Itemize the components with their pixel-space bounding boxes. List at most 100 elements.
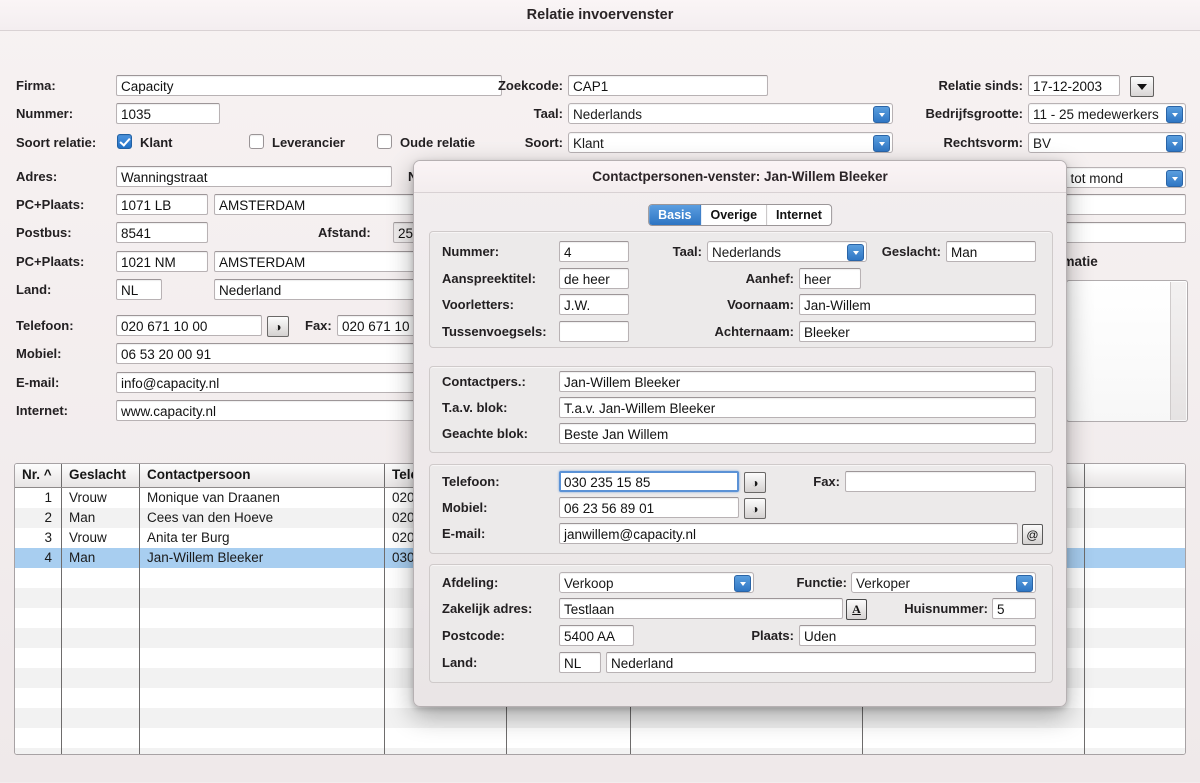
table-cell-contactpersoon bbox=[140, 688, 385, 708]
table-cell-c8 bbox=[1085, 608, 1185, 628]
table-cell-nr bbox=[15, 588, 62, 608]
dialog-postcode-input[interactable]: 5400 AA bbox=[559, 625, 634, 646]
telefoon-input[interactable]: 020 671 10 00 bbox=[116, 315, 262, 336]
checkbox-klant[interactable] bbox=[117, 134, 132, 149]
dialog-tussenvoegsels-input[interactable] bbox=[559, 321, 629, 342]
postbus-label: Postbus: bbox=[16, 225, 72, 240]
dialog-mobiel-label: Mobiel: bbox=[442, 500, 488, 515]
relatie-sinds-input[interactable]: 17-12-2003 bbox=[1028, 75, 1120, 96]
dial-phone-icon[interactable]: ◑ bbox=[267, 316, 289, 337]
zoekcode-input[interactable]: CAP1 bbox=[568, 75, 768, 96]
mobiel-input[interactable]: 06 53 20 00 91 bbox=[116, 343, 416, 364]
checkbox-oude-relatie[interactable] bbox=[377, 134, 392, 149]
table-cell-nr: 2 bbox=[15, 508, 62, 528]
chevron-down-icon[interactable] bbox=[734, 575, 751, 592]
zoekcode-label: Zoekcode: bbox=[497, 78, 563, 93]
table-cell-geslacht bbox=[62, 608, 140, 628]
dialog-geachte-input[interactable]: Beste Jan Willem bbox=[559, 423, 1036, 444]
chevron-down-icon[interactable] bbox=[1166, 106, 1183, 123]
dialog-geachte-label: Geachte blok: bbox=[442, 426, 528, 441]
table-cell-c8 bbox=[1085, 648, 1185, 668]
pcplaats2-code-input[interactable]: 1021 NM bbox=[116, 251, 208, 272]
dialog-afdeling-select[interactable]: Verkoop bbox=[559, 572, 754, 593]
table-cell-c8 bbox=[1085, 628, 1185, 648]
table-cell-c8 bbox=[1085, 568, 1185, 588]
dialog-zakelijk-adres-input[interactable]: Testlaan bbox=[559, 598, 843, 619]
column-header-contactpersoon[interactable]: Contactpersoon bbox=[140, 464, 385, 487]
oude-relatie-label: Oude relatie bbox=[400, 135, 476, 150]
dialog-voornaam-input[interactable]: Jan-Willem bbox=[799, 294, 1036, 315]
dialog-achternaam-input[interactable]: Bleeker bbox=[799, 321, 1036, 342]
table-cell-nr bbox=[15, 728, 62, 748]
dialog-land-code-input[interactable]: NL bbox=[559, 652, 601, 673]
dialog-mobiel-input[interactable]: 06 23 56 89 01 bbox=[559, 497, 739, 518]
postbus-input[interactable]: 8541 bbox=[116, 222, 208, 243]
dialog-contactpers-input[interactable]: Jan-Willem Bleeker bbox=[559, 371, 1036, 392]
dialog-email-input[interactable]: janwillem@capacity.nl bbox=[559, 523, 1018, 544]
dialog-email-label: E-mail: bbox=[442, 526, 486, 541]
tab-basis[interactable]: Basis bbox=[649, 205, 702, 225]
dialog-tabs[interactable]: Basis Overige Internet bbox=[648, 204, 832, 226]
chevron-down-icon[interactable] bbox=[1166, 170, 1183, 187]
contactpersonen-dialog[interactable]: Contactpersonen-venster: Jan-Willem Blee… bbox=[413, 160, 1067, 707]
table-cell-nr bbox=[15, 568, 62, 588]
nummer-input[interactable]: 1035 bbox=[116, 103, 220, 124]
date-picker-dropdown-icon[interactable] bbox=[1130, 76, 1154, 97]
table-cell-c5 bbox=[507, 748, 631, 754]
dialog-telefoon-input[interactable]: 030 235 15 85 bbox=[559, 471, 739, 492]
email-at-icon[interactable]: @ bbox=[1022, 524, 1043, 545]
table-cell-geslacht: Man bbox=[62, 508, 140, 528]
table-row[interactable] bbox=[15, 728, 1185, 748]
tab-internet[interactable]: Internet bbox=[767, 205, 831, 225]
tab-overige[interactable]: Overige bbox=[701, 205, 768, 225]
chevron-down-icon[interactable] bbox=[1166, 135, 1183, 152]
table-cell-c5 bbox=[507, 708, 631, 728]
taal-select[interactable]: Nederlands bbox=[568, 103, 893, 124]
dialog-postcode-label: Postcode: bbox=[442, 628, 505, 643]
internet-input[interactable]: www.capacity.nl bbox=[116, 400, 416, 421]
dialog-nummer-input[interactable]: 4 bbox=[559, 241, 629, 262]
adres-input[interactable]: Wanningstraat bbox=[116, 166, 392, 187]
table-cell-nr bbox=[15, 628, 62, 648]
dialog-geslacht-input[interactable]: Man bbox=[946, 241, 1036, 262]
chevron-down-icon[interactable] bbox=[847, 244, 864, 261]
table-row[interactable] bbox=[15, 748, 1185, 754]
dialog-aanhef-input[interactable]: heer bbox=[799, 268, 861, 289]
black-a-icon[interactable]: A bbox=[846, 599, 867, 620]
dialog-functie-select[interactable]: Verkoper bbox=[851, 572, 1036, 593]
chevron-down-icon[interactable] bbox=[1016, 575, 1033, 592]
firma-input[interactable]: Capacity bbox=[116, 75, 502, 96]
column-header-nr[interactable]: Nr. ^ bbox=[15, 464, 62, 487]
dialog-functie-value: Verkoper bbox=[856, 576, 911, 591]
dial-phone-icon[interactable]: ◑ bbox=[744, 498, 766, 519]
dialog-taal-select[interactable]: Nederlands bbox=[707, 241, 867, 262]
dialog-afdeling-value: Verkoop bbox=[564, 576, 614, 591]
dialog-voorletters-input[interactable]: J.W. bbox=[559, 294, 629, 315]
dialog-land-name-input[interactable]: Nederland bbox=[606, 652, 1036, 673]
table-row[interactable] bbox=[15, 708, 1185, 728]
relatie-sinds-label: Relatie sinds: bbox=[938, 78, 1023, 93]
pcplaats1-code-input[interactable]: 1071 LB bbox=[116, 194, 208, 215]
column-header-geslacht[interactable]: Geslacht bbox=[62, 464, 140, 487]
dialog-aanspreektitel-input[interactable]: de heer bbox=[559, 268, 629, 289]
bedrijfsgrootte-select[interactable]: 11 - 25 medewerkers bbox=[1028, 103, 1186, 124]
table-cell-geslacht bbox=[62, 728, 140, 748]
informatie-notes-area[interactable] bbox=[1066, 280, 1188, 422]
dialog-fax-input[interactable] bbox=[845, 471, 1036, 492]
checkbox-leverancier[interactable] bbox=[249, 134, 264, 149]
dialog-tav-input[interactable]: T.a.v. Jan-Willem Bleeker bbox=[559, 397, 1036, 418]
soort-select[interactable]: Klant bbox=[568, 132, 893, 153]
land-code-input[interactable]: NL bbox=[116, 279, 162, 300]
soort-label: Soort: bbox=[524, 135, 563, 150]
table-cell-contactpersoon bbox=[140, 708, 385, 728]
rechtsvorm-select[interactable]: BV bbox=[1028, 132, 1186, 153]
table-cell-contactpersoon bbox=[140, 748, 385, 754]
column-header-8[interactable] bbox=[1085, 464, 1185, 487]
email-input[interactable]: info@capacity.nl bbox=[116, 372, 416, 393]
table-cell-geslacht bbox=[62, 628, 140, 648]
land-label: Land: bbox=[16, 282, 52, 297]
dialog-voornaam-label: Voornaam: bbox=[727, 297, 794, 312]
dialog-huisnummer-input[interactable]: 5 bbox=[992, 598, 1036, 619]
notes-scrollbar[interactable] bbox=[1170, 282, 1186, 420]
dialog-plaats-input[interactable]: Uden bbox=[799, 625, 1036, 646]
